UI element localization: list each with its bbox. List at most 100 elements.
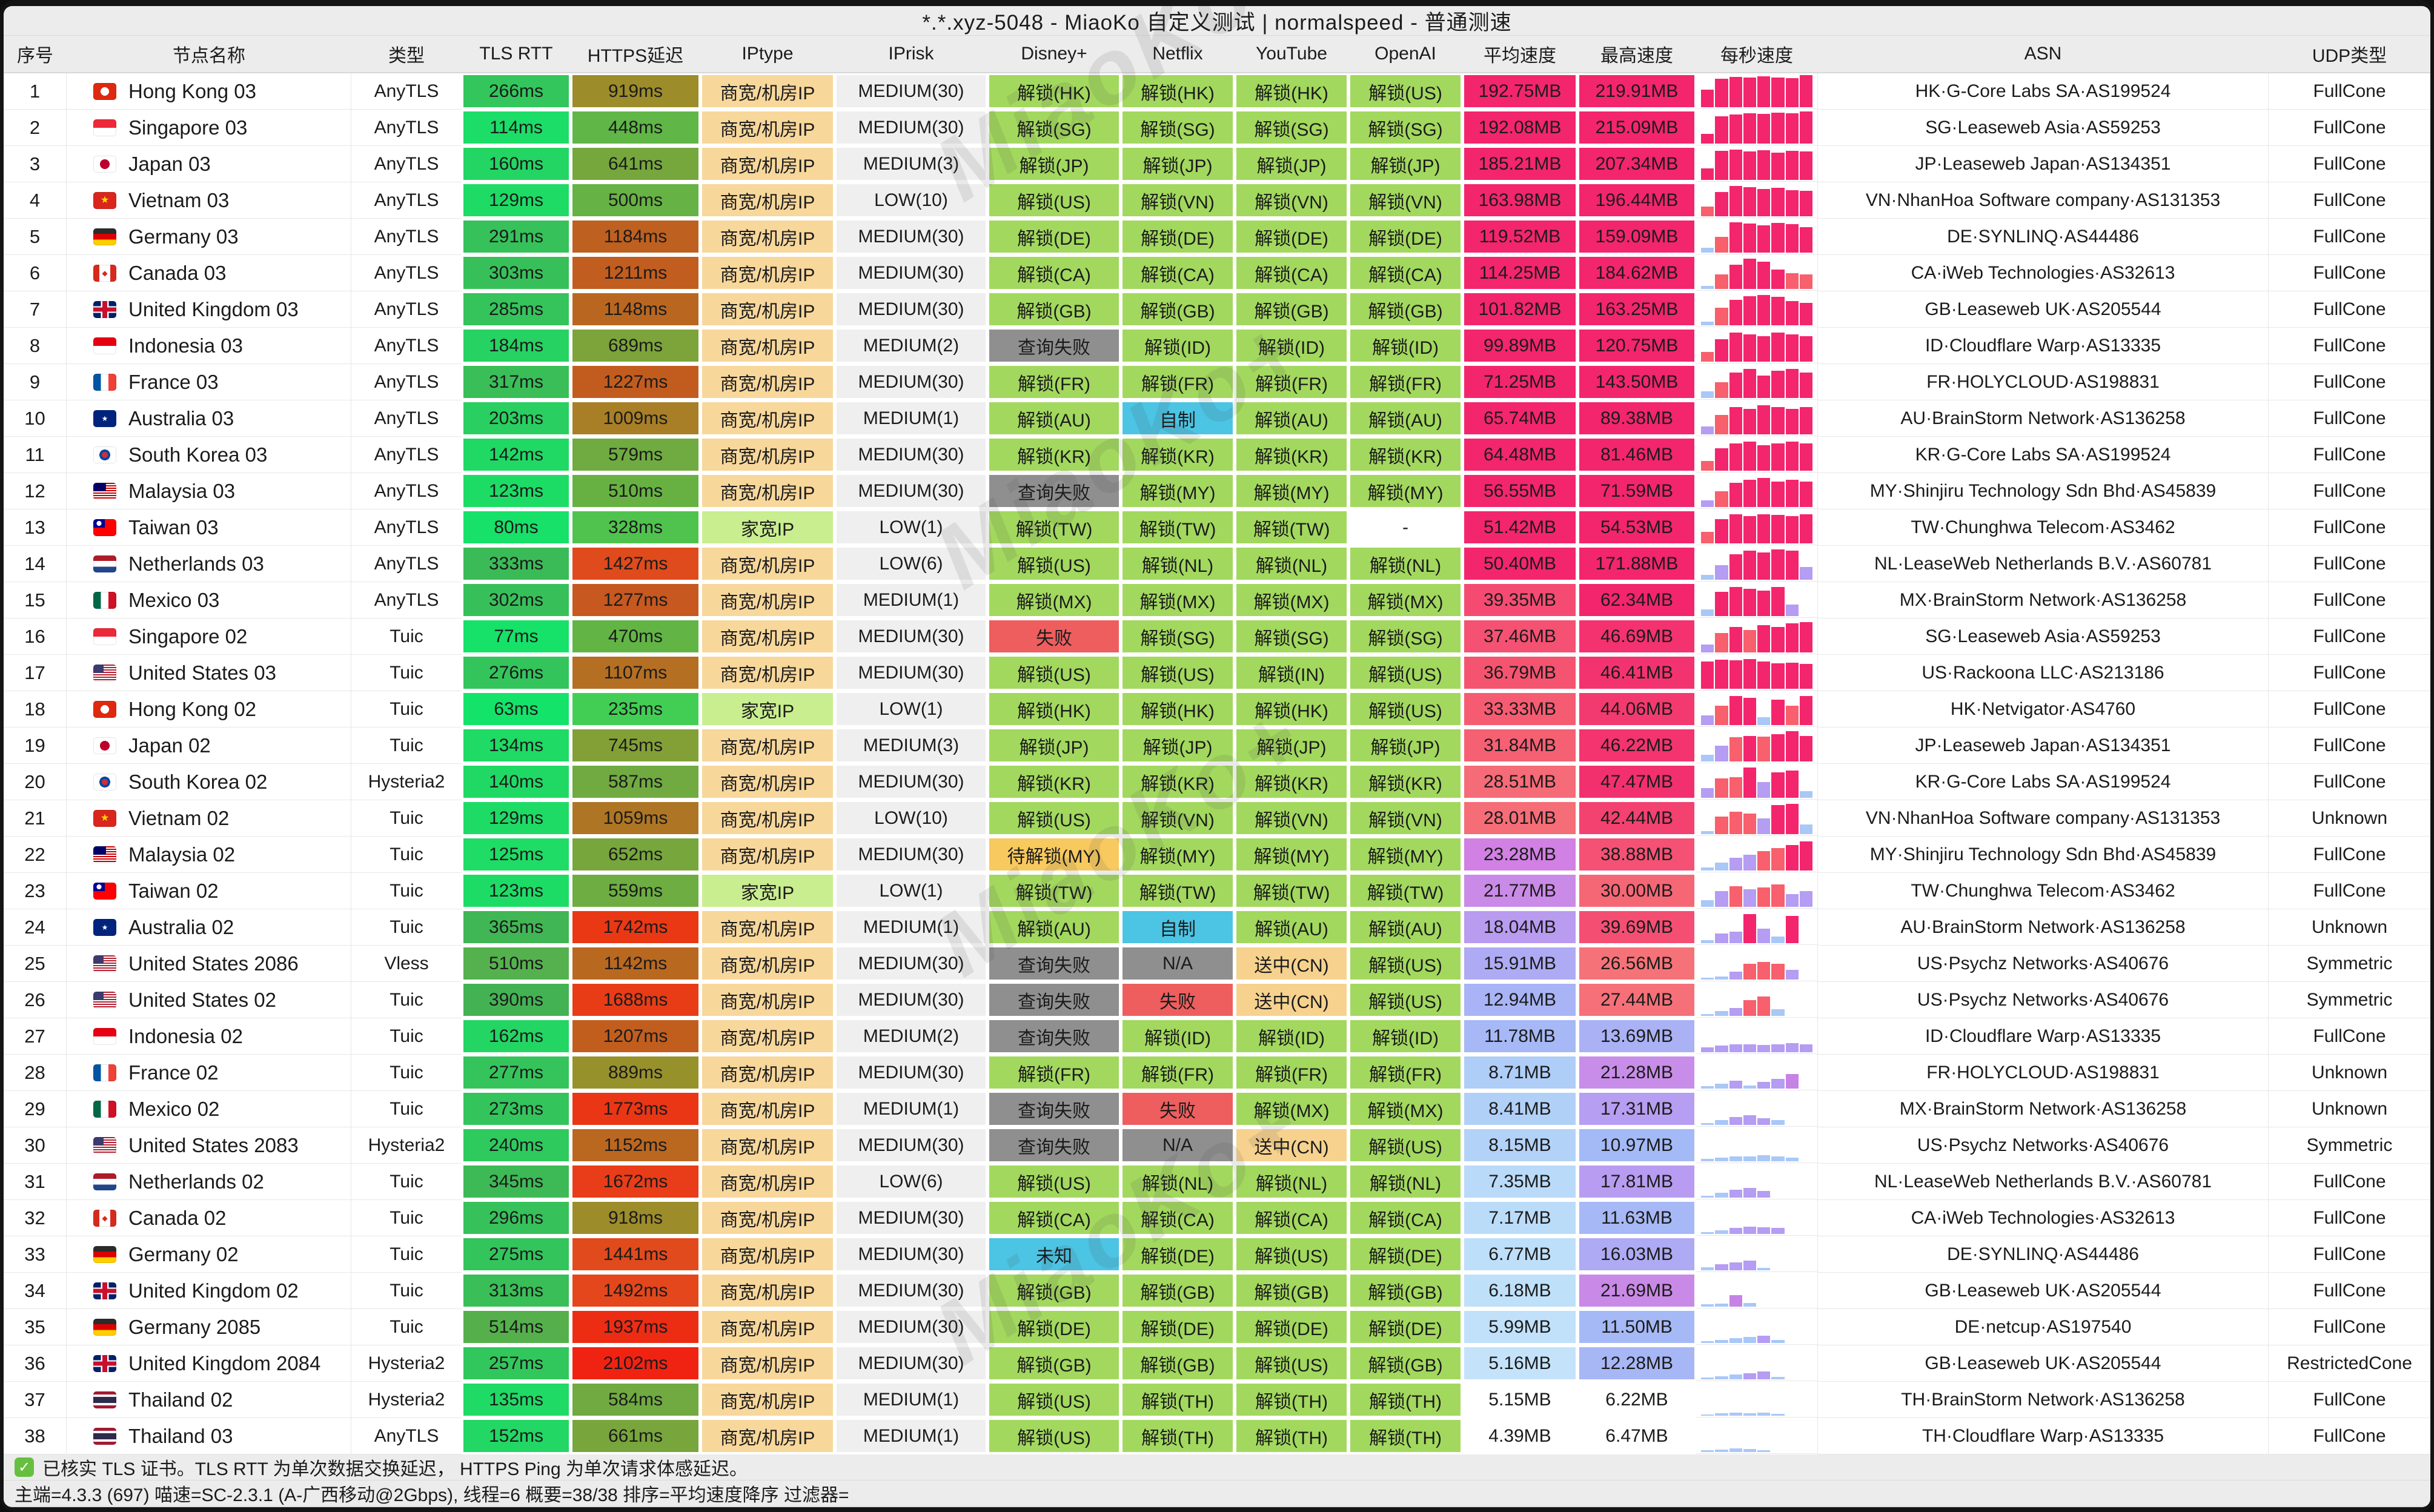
- netflix-status-chip: 解锁(SG): [1122, 620, 1233, 652]
- netflix-status-chip: 解锁(TH): [1122, 1420, 1233, 1452]
- tls-rtt-chip: 123ms: [463, 475, 569, 507]
- disney-status-chip: 解锁(SG): [989, 111, 1119, 144]
- tls-rtt-chip: 273ms: [463, 1093, 569, 1125]
- openai-status-chip: -: [1350, 511, 1461, 543]
- speed-bar: [1743, 224, 1756, 253]
- tls-rtt-chip: 123ms: [463, 875, 569, 907]
- table-header-iptype: IPtype: [700, 35, 835, 73]
- seq-cell: 17: [4, 655, 67, 691]
- asn-cell: DE·SYNLINQ·AS44486: [1817, 1236, 2269, 1273]
- netflix-status-chip: 解锁(TW): [1122, 511, 1233, 543]
- ip-risk-chip-wrap: MEDIUM(30): [835, 837, 987, 872]
- disney-status-chip-wrap: 解锁(US): [987, 655, 1121, 691]
- speed-bar: [1800, 696, 1812, 725]
- ip-risk-chip-wrap: MEDIUM(30): [835, 73, 987, 109]
- ip-risk-chip-wrap: LOW(10): [835, 182, 987, 218]
- speed-bar: [1757, 1082, 1770, 1089]
- speed-bar: [1729, 1117, 1742, 1125]
- https-latency-chip-wrap: 641ms: [571, 146, 700, 182]
- ip-type-chip-wrap: 商宽/机房IP: [700, 582, 835, 618]
- asn-cell: JP·Leaseweb Japan·AS134351: [1817, 728, 2269, 764]
- seq-cell: 4: [4, 182, 67, 219]
- ip-type-chip-wrap: 商宽/机房IP: [700, 1345, 835, 1381]
- speed-bar: [1701, 662, 1714, 689]
- ip-risk-chip: MEDIUM(30): [837, 947, 986, 980]
- openai-status-chip-wrap: 解锁(VN): [1348, 800, 1462, 836]
- tls-rtt-chip-wrap: 123ms: [462, 473, 571, 509]
- avg-speed-chip: 31.84MB: [1464, 729, 1576, 761]
- disney-status-chip-wrap: 解锁(SG): [987, 110, 1121, 145]
- speed-bar: [1701, 134, 1714, 144]
- speed-bar: [1800, 824, 1812, 834]
- openai-status-chip: 解锁(GB): [1350, 1347, 1461, 1379]
- avg-speed-chip: 5.99MB: [1464, 1311, 1576, 1343]
- speed-bar: [1729, 77, 1742, 107]
- ip-risk-chip: MEDIUM(3): [837, 729, 986, 761]
- netflix-status-chip-wrap: N/A: [1121, 946, 1235, 981]
- netflix-status-chip-wrap: 解锁(NL): [1121, 1164, 1235, 1199]
- udp-type-cell: FullCone: [2269, 219, 2430, 255]
- openai-status-chip-wrap: 解锁(SG): [1348, 110, 1462, 145]
- speed-bar: [1729, 627, 1742, 652]
- disney-status-chip: 查询失败: [989, 1093, 1119, 1125]
- netflix-status-chip-wrap: 解锁(KR): [1121, 437, 1235, 472]
- speed-bar: [1701, 715, 1714, 725]
- tls-rtt-chip-wrap: 302ms: [462, 582, 571, 618]
- seq-cell: 21: [4, 800, 67, 837]
- netflix-status-chip-wrap: 解锁(JP): [1121, 728, 1235, 763]
- netflix-status-chip-wrap: 解锁(TW): [1121, 873, 1235, 909]
- speed-bar: [1729, 300, 1742, 325]
- max-speed-chip: 196.44MB: [1579, 184, 1694, 216]
- speed-bar: [1715, 448, 1728, 471]
- asn-cell: KR·G-Core Labs SA·AS199524: [1817, 764, 2269, 800]
- speed-bar: [1743, 589, 1756, 616]
- avg-speed-chip-wrap: 71.25MB: [1462, 364, 1577, 400]
- https-latency-chip: 1427ms: [572, 548, 698, 580]
- netflix-status-chip-wrap: 解锁(TW): [1121, 509, 1235, 545]
- speed-bar: [1729, 186, 1742, 216]
- speed-bar: [1800, 336, 1812, 362]
- disney-status-chip-wrap: 解锁(JP): [987, 146, 1121, 182]
- flag-glyph: ★: [93, 810, 116, 827]
- country-flag-icon: [93, 83, 116, 100]
- netflix-status-chip: 解锁(DE): [1122, 220, 1233, 253]
- speed-bar: [1715, 891, 1728, 907]
- disney-status-chip: 解锁(US): [989, 1384, 1119, 1416]
- ip-risk-chip-wrap: MEDIUM(1): [835, 1382, 987, 1418]
- asn-cell: US·Rackoona LLC·AS213186: [1817, 655, 2269, 691]
- speed-chart: [1696, 982, 1817, 1018]
- table-header-tls-rtt: TLS RTT: [462, 35, 571, 73]
- netflix-status-chip: 解锁(ID): [1122, 330, 1233, 362]
- speed-bar: [1771, 848, 1784, 870]
- ip-type-chip: 家宽IP: [702, 693, 833, 725]
- https-latency-chip-wrap: 1148ms: [571, 291, 700, 327]
- max-speed-chip-wrap: 159.09MB: [1577, 219, 1696, 254]
- udp-type-cell: FullCone: [2269, 291, 2430, 328]
- speed-chart: [1696, 1345, 1817, 1381]
- openai-status-chip-wrap: 解锁(US): [1348, 655, 1462, 691]
- node-type-cell: Tuic: [351, 1236, 462, 1273]
- disney-status-chip: 解锁(US): [989, 1420, 1119, 1452]
- speed-chart: [1696, 328, 1817, 363]
- udp-type-cell: FullCone: [2269, 328, 2430, 364]
- speed-chart: [1696, 728, 1817, 763]
- speed-bar: [1771, 1377, 1784, 1379]
- max-speed-chip: 21.28MB: [1579, 1056, 1694, 1089]
- speed-bar: [1715, 415, 1728, 434]
- https-latency-chip: 1211ms: [572, 257, 698, 289]
- youtube-status-chip-wrap: 解锁(VN): [1235, 182, 1348, 218]
- tls-rtt-chip: 142ms: [463, 439, 569, 471]
- country-flag-icon: [93, 701, 116, 718]
- node-type-cell: Tuic: [351, 982, 462, 1018]
- openai-status-chip-wrap: 解锁(US): [1348, 946, 1462, 981]
- disney-status-chip-wrap: 解锁(FR): [987, 364, 1121, 400]
- table-header-netflix: Netflix: [1121, 35, 1235, 73]
- netflix-status-chip-wrap: N/A: [1121, 1127, 1235, 1163]
- ip-risk-chip-wrap: MEDIUM(3): [835, 728, 987, 763]
- ip-risk-chip-wrap: LOW(1): [835, 691, 987, 727]
- node-name: France 02: [128, 1061, 219, 1084]
- tls-rtt-chip: 134ms: [463, 729, 569, 761]
- flag-glyph: ★: [93, 192, 116, 209]
- youtube-status-chip: 解锁(SG): [1236, 111, 1347, 144]
- avg-speed-chip-wrap: 28.51MB: [1462, 764, 1577, 800]
